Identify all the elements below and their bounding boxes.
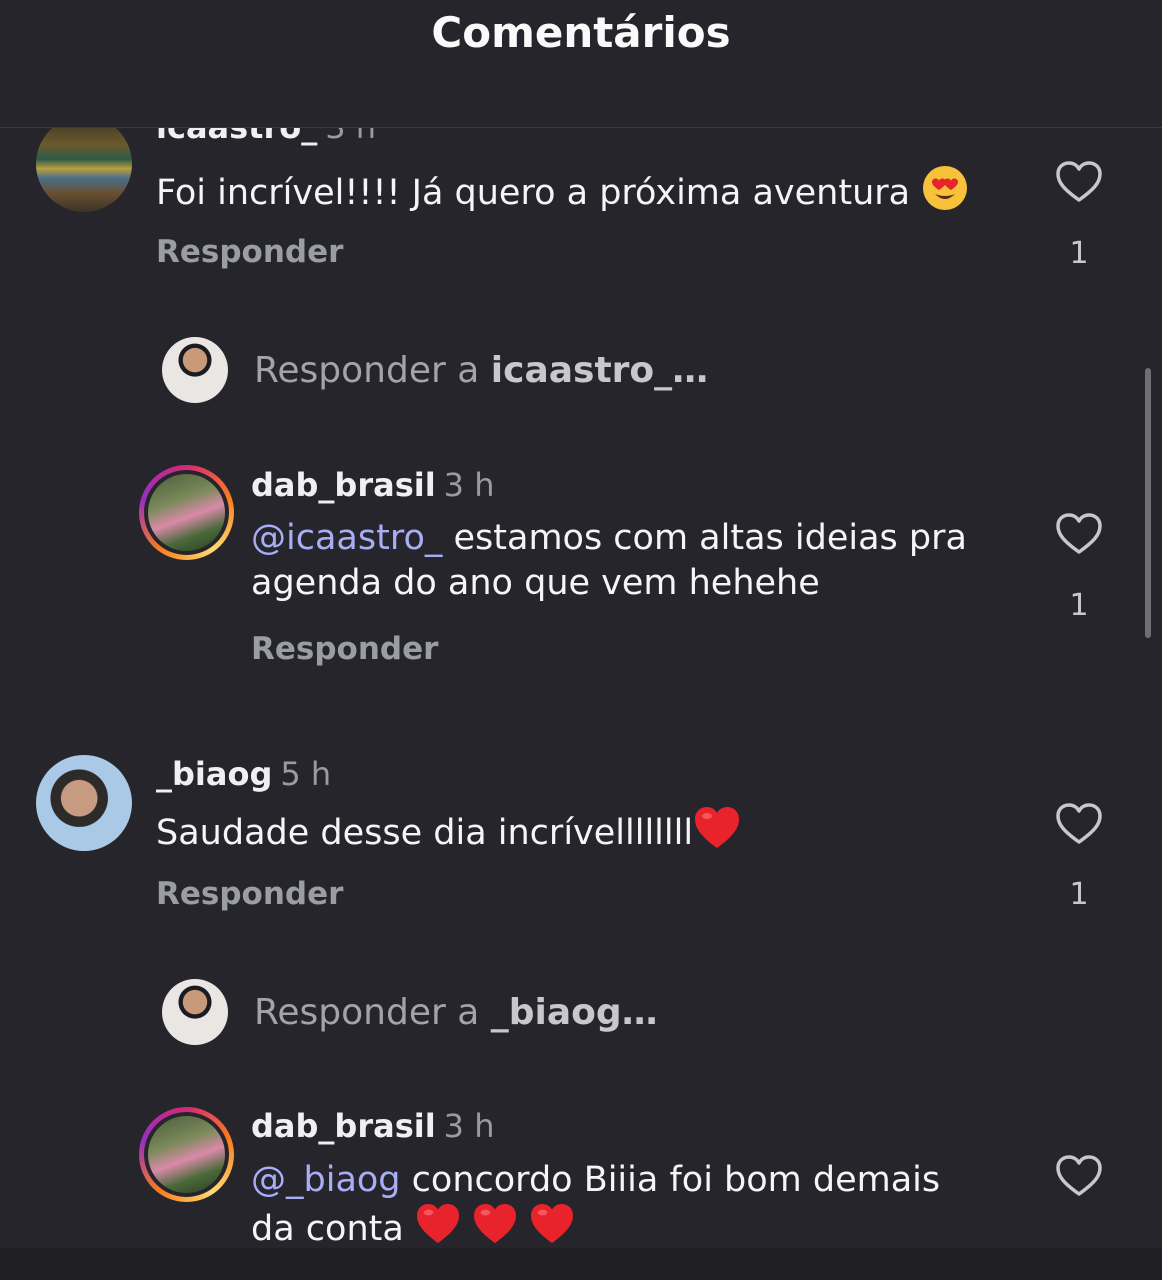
heart-outline-icon xyxy=(1056,513,1102,554)
comment-time: 5 h xyxy=(280,755,332,793)
bottom-bar xyxy=(0,1248,1162,1280)
mention-link[interactable]: @icaastro_ xyxy=(251,518,442,558)
mention-link[interactable]: @_biaog xyxy=(251,1160,401,1200)
reply-username[interactable]: dab_brasil xyxy=(251,466,436,504)
avatar-dab-brasil xyxy=(148,1116,225,1193)
page-title: Comentários xyxy=(431,8,731,57)
reply-meta: dab_brasil 3 h xyxy=(251,466,494,504)
reply-time: 3 h xyxy=(443,466,495,504)
avatar-current-user xyxy=(162,979,228,1045)
heart-eyes-emoji xyxy=(921,164,969,224)
like-count: 1 xyxy=(1069,588,1089,623)
like-button[interactable] xyxy=(1055,160,1103,204)
reply-button[interactable]: Responder xyxy=(156,876,343,912)
story-ring[interactable] xyxy=(139,465,234,560)
reply-time: 3 h xyxy=(443,1107,495,1145)
reply-username[interactable]: dab_brasil xyxy=(251,1107,436,1145)
reply-input[interactable]: Responder a _biaog… xyxy=(254,992,658,1033)
heart-outline-icon xyxy=(1056,161,1102,202)
comment-text-content: Foi incrível!!!! Já quero a próxima aven… xyxy=(156,173,911,213)
reply-text-line1: concordo Biiia foi bom demais xyxy=(411,1160,941,1200)
like-button[interactable] xyxy=(1055,1154,1103,1198)
like-count: 1 xyxy=(1069,877,1089,912)
avatar-dab-brasil xyxy=(148,474,225,551)
reply-text-line2: agenda do ano que vem hehehe xyxy=(251,563,820,603)
reply-input[interactable]: Responder a icaastro_… xyxy=(254,350,708,391)
story-ring[interactable] xyxy=(139,1107,234,1202)
comments-header: Comentários xyxy=(0,0,1162,128)
scrollbar[interactable] xyxy=(1145,368,1151,638)
comment-text: Foi incrível!!!! Já quero a próxima aven… xyxy=(156,164,969,224)
comment-username[interactable]: _biaog xyxy=(156,755,272,793)
reply-text: @_biaog concordo Biiia foi bom demais da… xyxy=(251,1158,940,1257)
heart-outline-icon xyxy=(1056,803,1102,844)
red-heart-emoji xyxy=(693,806,741,862)
avatar-icaastro[interactable] xyxy=(36,116,132,212)
avatar-current-user xyxy=(162,337,228,403)
like-button[interactable] xyxy=(1055,512,1103,556)
reply-text-line2: da conta xyxy=(251,1209,404,1249)
reply-prompt-target: icaastro_… xyxy=(490,350,709,391)
reply-meta: dab_brasil 3 h xyxy=(251,1107,494,1145)
reply-prompt-prefix: Responder a xyxy=(254,992,480,1033)
like-button[interactable] xyxy=(1055,802,1103,846)
reply-text-line1: estamos com altas ideias pra xyxy=(453,518,967,558)
header-divider xyxy=(0,127,1162,128)
reply-button[interactable]: Responder xyxy=(156,234,343,270)
comment-text-content: Saudade desse dia incrívellllllll xyxy=(156,813,694,853)
reply-prompt-target: _biaog… xyxy=(490,992,658,1033)
reply-button[interactable]: Responder xyxy=(251,631,438,667)
reply-prompt-prefix: Responder a xyxy=(254,350,480,391)
avatar-biaog[interactable] xyxy=(36,755,132,851)
heart-outline-icon xyxy=(1056,1155,1102,1196)
comment-text: Saudade desse dia incrívellllllll xyxy=(156,806,741,862)
reply-text: @icaastro_ estamos com altas ideias pra … xyxy=(251,516,967,606)
comment-meta-biaog: _biaog 5 h xyxy=(156,755,331,793)
like-count: 1 xyxy=(1069,236,1089,271)
